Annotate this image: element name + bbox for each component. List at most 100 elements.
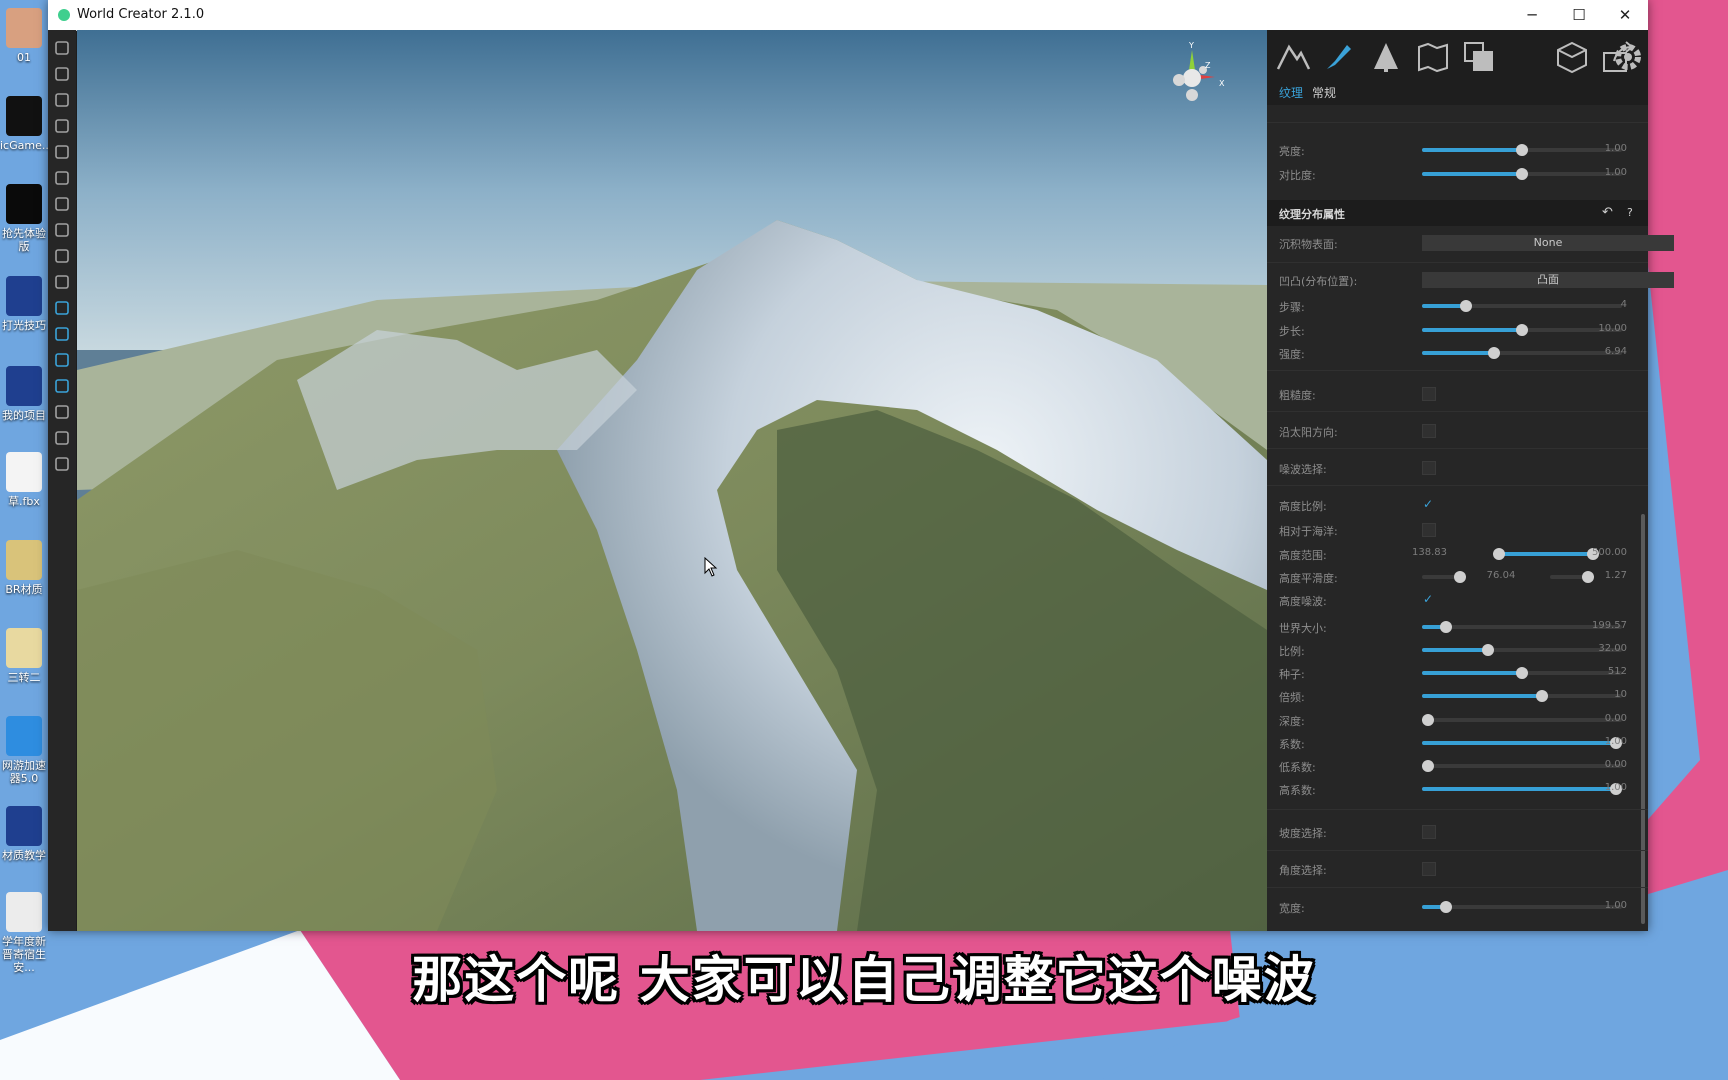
slider-value[interactable]: 1.00 (1587, 167, 1627, 178)
slider-knob[interactable] (1516, 667, 1528, 679)
slider-value[interactable]: 4 (1587, 299, 1627, 310)
mountain-icon[interactable] (54, 300, 70, 316)
slider-knob[interactable] (1440, 901, 1452, 913)
sediment-label: 沉积物表面: (1279, 238, 1338, 251)
axis-gizmo[interactable]: Y Z X (1157, 40, 1227, 110)
slider-value[interactable]: 1.00 (1587, 143, 1627, 154)
slider-knob[interactable] (1516, 324, 1528, 336)
slider-value[interactable]: 0.00 (1587, 713, 1627, 724)
undo-icon[interactable]: ↶ (1602, 205, 1613, 220)
property-checkbox[interactable] (1422, 387, 1436, 401)
desktop-icon[interactable]: 抢先体验版 (0, 184, 48, 253)
property-checkbox[interactable] (1422, 523, 1436, 537)
slider-value[interactable]: 512 (1587, 666, 1627, 677)
desktop-icon[interactable]: 我的项目 (0, 366, 48, 422)
sky-icon[interactable] (54, 456, 70, 472)
desktop-icon[interactable]: 三转二 (0, 628, 48, 684)
save-as-icon[interactable] (54, 118, 70, 134)
mountain-icon[interactable] (1275, 39, 1311, 75)
water-icon[interactable] (54, 352, 70, 368)
new-file-icon[interactable] (54, 40, 70, 56)
slider-value[interactable]: 1.00 (1587, 782, 1627, 793)
property-label: 比例: (1279, 645, 1305, 658)
open-folder-icon[interactable] (54, 66, 70, 82)
height-range-label: 高度范围: (1279, 549, 1327, 562)
paint-icon[interactable] (54, 326, 70, 342)
image-icon[interactable] (54, 430, 70, 446)
brush-icon[interactable] (54, 222, 70, 238)
terrain-render (77, 30, 1267, 931)
tree-icon[interactable] (1368, 39, 1404, 75)
slider-knob[interactable] (1488, 347, 1500, 359)
slider-value[interactable]: 1.00 (1587, 900, 1627, 911)
slider-knob[interactable] (1493, 548, 1505, 560)
slider-knob[interactable] (1460, 300, 1472, 312)
property-checkbox[interactable]: ✓ (1422, 498, 1434, 510)
slider-value[interactable]: 10 (1587, 689, 1627, 700)
grass-icon[interactable] (54, 378, 70, 394)
slider-value[interactable]: 199.57 (1587, 620, 1627, 631)
panel-scrollbar[interactable] (1641, 514, 1645, 924)
slider-value[interactable]: 0.00 (1587, 759, 1627, 770)
gamepad-icon[interactable] (54, 196, 70, 212)
help-icon[interactable]: ? (1627, 206, 1633, 219)
slider-value[interactable]: 6.94 (1587, 346, 1627, 357)
property-checkbox[interactable]: ✓ (1422, 593, 1434, 605)
property-checkbox[interactable] (1422, 461, 1436, 475)
height-range-min[interactable]: 138.83 (1412, 547, 1452, 558)
map-icon[interactable] (1415, 39, 1451, 75)
maximize-button[interactable]: ☐ (1556, 0, 1602, 30)
property-checkbox[interactable] (1422, 424, 1436, 438)
gizmo-y-label: Y (1188, 41, 1194, 50)
slider-knob[interactable] (1440, 621, 1452, 633)
contrast-label: 对比度: (1279, 169, 1316, 182)
height-noise-label: 高度噪波: (1279, 595, 1327, 608)
slider-knob[interactable] (1454, 571, 1466, 583)
cube-icon[interactable] (1554, 39, 1590, 75)
convexity-dropdown[interactable]: 凸面 (1422, 272, 1674, 288)
save-icon[interactable] (54, 92, 70, 108)
target-icon[interactable] (54, 248, 70, 264)
slider-knob[interactable] (1422, 714, 1434, 726)
slider-value[interactable]: 1.00 (1587, 736, 1627, 747)
minimize-button[interactable]: ─ (1509, 0, 1555, 30)
desktop-icon[interactable]: icGame... (0, 96, 52, 152)
desktop-icon[interactable]: 材质教学 (0, 806, 48, 862)
row-divider (1267, 850, 1648, 851)
desktop-icon[interactable]: 网游加速器5.0 (0, 716, 48, 785)
desktop-icon-image (6, 366, 42, 406)
slider-knob[interactable] (1482, 644, 1494, 656)
export-icon[interactable] (54, 144, 70, 160)
tab-texture[interactable]: 纹理 (1279, 84, 1303, 101)
height-smooth-mid[interactable]: 76.04 (1481, 570, 1521, 581)
sun-direction-label: 沿太阳方向: (1279, 426, 1338, 439)
slider-knob[interactable] (1422, 760, 1434, 772)
desktop-icon[interactable]: 打光技巧 (0, 276, 48, 332)
slider-knob[interactable] (1516, 168, 1528, 180)
tab-general[interactable]: 常规 (1312, 84, 1336, 101)
desktop-icon[interactable]: BR材质 (0, 540, 48, 596)
height-smooth-right[interactable]: 1.27 (1587, 570, 1627, 581)
brush-icon[interactable] (1321, 39, 1357, 75)
desktop-icon[interactable]: 01 (0, 8, 48, 64)
sediment-dropdown[interactable]: None (1422, 235, 1674, 251)
layers-icon[interactable] (1461, 39, 1497, 75)
desktop-icon-label: 打光技巧 (2, 319, 46, 332)
gear-icon[interactable] (1610, 39, 1646, 75)
terrain-icon[interactable] (54, 274, 70, 290)
desktop-icon[interactable]: 草.fbx (0, 452, 48, 508)
slider-value[interactable]: 32.00 (1587, 643, 1627, 654)
terrain-viewport[interactable]: Y Z X (77, 30, 1267, 931)
row-divider (1267, 809, 1648, 810)
close-button[interactable]: ✕ (1602, 0, 1648, 30)
slider-knob[interactable] (1536, 690, 1548, 702)
property-checkbox[interactable] (1422, 825, 1436, 839)
map-icon[interactable] (54, 170, 70, 186)
slider-knob[interactable] (1516, 144, 1528, 156)
road-icon[interactable] (54, 404, 70, 420)
height-range-slider[interactable] (1493, 548, 1599, 560)
height-range-max[interactable]: 500.00 (1587, 547, 1627, 558)
section-header: 纹理分布属性 ↶? (1267, 200, 1648, 226)
property-checkbox[interactable] (1422, 862, 1436, 876)
slider-value[interactable]: 10.00 (1587, 323, 1627, 334)
